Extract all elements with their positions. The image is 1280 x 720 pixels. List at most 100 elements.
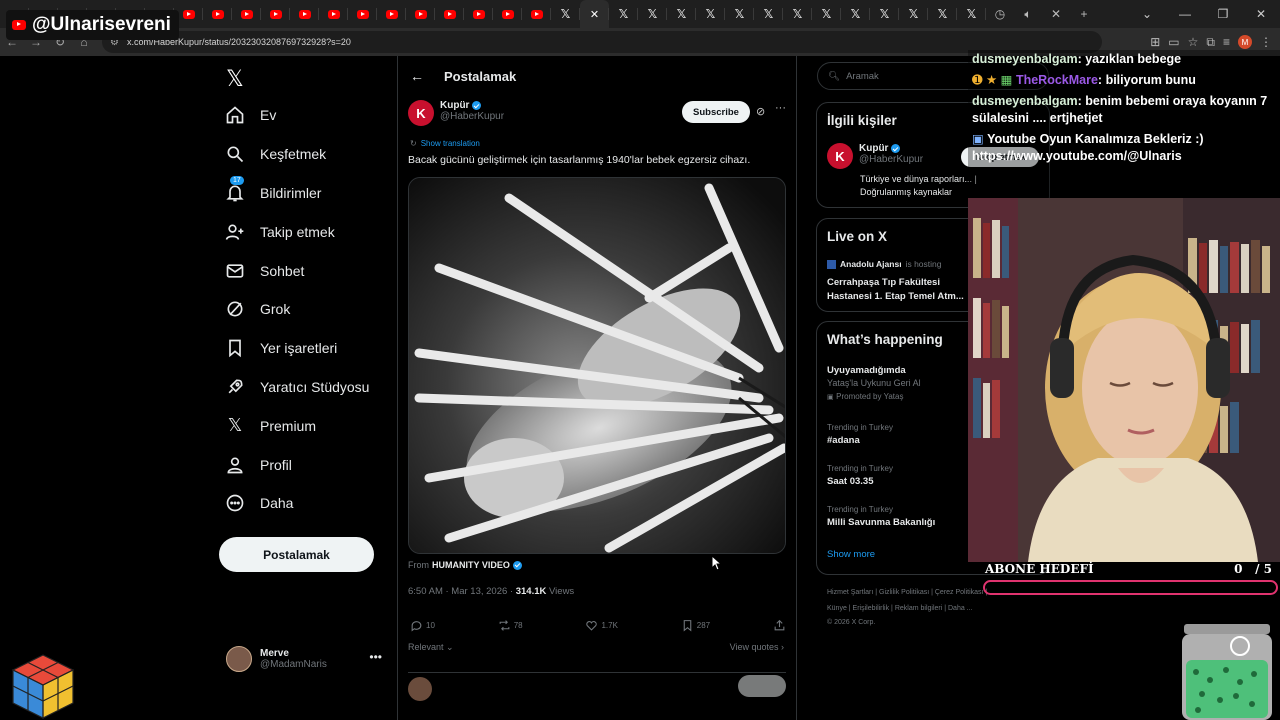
- reply-count: 10: [426, 621, 435, 630]
- close-icon[interactable]: ✕: [590, 8, 599, 21]
- author-handle[interactable]: @HaberKupur: [440, 111, 504, 122]
- live-event-title[interactable]: Cerrahpaşa Tıp Fakültesi Hastanesi 1. Et…: [827, 276, 977, 304]
- browser-tab[interactable]: [203, 0, 232, 28]
- show-more-link[interactable]: Show more: [827, 549, 875, 560]
- grok-icon[interactable]: ⊘: [756, 105, 765, 118]
- browser-tab[interactable]: 𝕏: [725, 0, 754, 28]
- sidebar-item-follow[interactable]: Takip etmek: [224, 212, 369, 251]
- browser-tab[interactable]: 𝕏: [754, 0, 783, 28]
- speaker-icon[interactable]: 🔈︎: [1014, 0, 1042, 28]
- history-icon[interactable]: ◷: [986, 0, 1014, 28]
- tweet-author[interactable]: K Kupür @HaberKupur: [408, 100, 504, 126]
- trend-item[interactable]: Trending in Turkey Saat 03.35: [827, 462, 893, 488]
- new-tab-icon[interactable]: +: [1070, 0, 1098, 28]
- browser-tab-active[interactable]: ✕: [580, 0, 609, 28]
- sidebar-item-explore[interactable]: Keşfetmek: [224, 135, 369, 174]
- view-quotes-link[interactable]: View quotes ›: [730, 642, 784, 652]
- browser-tab[interactable]: 𝕏: [870, 0, 899, 28]
- browser-tab[interactable]: [522, 0, 551, 28]
- repost-count: 78: [513, 621, 523, 630]
- reply-button[interactable]: [738, 675, 786, 697]
- url-field[interactable]: ⚙ x.com/HaberKupur/status/20323032087697…: [102, 31, 1102, 53]
- avatar[interactable]: K: [408, 100, 434, 126]
- avatar[interactable]: K: [827, 143, 853, 169]
- repost-button[interactable]: 78: [498, 619, 523, 632]
- footer-line[interactable]: Künye | Erişilebilirlik | Reklam bilgile…: [827, 601, 1047, 617]
- source-link[interactable]: HUMANITY VIDEO: [432, 560, 510, 570]
- star-icon[interactable]: ☆: [1188, 35, 1199, 49]
- browser-tab[interactable]: 𝕏: [899, 0, 928, 28]
- subscribe-button[interactable]: Subscribe: [682, 101, 750, 123]
- tweet-timestamp[interactable]: 6:50 AM · Mar 13, 2026 ·: [408, 586, 513, 597]
- more-icon[interactable]: ···: [775, 102, 786, 114]
- back-arrow-icon[interactable]: ←: [410, 68, 424, 84]
- sort-replies-dropdown[interactable]: Relevant ⌄: [408, 642, 454, 653]
- show-translation-link[interactable]: ↻ Show translation: [410, 139, 480, 148]
- author-name[interactable]: Kupür: [440, 100, 469, 111]
- browser-tab[interactable]: 𝕏: [609, 0, 638, 28]
- browser-tab[interactable]: [464, 0, 493, 28]
- stream-chat-overlay: dusmeyenbalgam: yazıklan bebege ➊ ★ ▦ Th…: [968, 50, 1280, 198]
- share-button[interactable]: [773, 619, 786, 632]
- reading-list-icon[interactable]: ≡: [1223, 35, 1230, 49]
- sidebar-item-notifications[interactable]: 17 Bildirimler: [224, 174, 369, 213]
- related-person[interactable]: K Kupür @HaberKupur: [827, 143, 923, 169]
- browser-tab[interactable]: [493, 0, 522, 28]
- x-logo-icon[interactable]: 𝕏: [226, 66, 244, 92]
- post-button[interactable]: Postalamak: [219, 537, 374, 572]
- browser-tab[interactable]: 𝕏: [667, 0, 696, 28]
- like-button[interactable]: 1.7K: [585, 619, 618, 632]
- live-host[interactable]: Anadolu Ajansı is hosting: [827, 259, 941, 269]
- close-icon[interactable]: ✕: [1042, 0, 1070, 28]
- page-title: Postalamak: [444, 68, 517, 84]
- browser-tab[interactable]: [290, 0, 319, 28]
- sidebar-item-grok[interactable]: Grok: [224, 290, 369, 329]
- bookmark-button[interactable]: 287: [681, 619, 710, 632]
- minimize-icon[interactable]: —: [1166, 0, 1204, 28]
- sidebar-item-profile[interactable]: Profil: [224, 445, 369, 484]
- account-switcher[interactable]: Merve @MadamNaris •••: [226, 644, 386, 674]
- browser-tab[interactable]: 𝕏: [957, 0, 986, 28]
- sidebar-item-premium[interactable]: 𝕏 Premium: [224, 406, 369, 445]
- sidebar-item-creator-studio[interactable]: Yaratıcı Stüdyosu: [224, 368, 369, 407]
- browser-tab[interactable]: [406, 0, 435, 28]
- browser-tab[interactable]: [232, 0, 261, 28]
- sidebar-item-chat[interactable]: Sohbet: [224, 251, 369, 290]
- browser-tab[interactable]: 𝕏: [551, 0, 580, 28]
- cast-icon[interactable]: ▭: [1168, 35, 1179, 49]
- profile-avatar-icon[interactable]: M: [1238, 35, 1252, 49]
- tweet-video[interactable]: [408, 177, 786, 554]
- menu-icon[interactable]: ⋮: [1260, 35, 1272, 49]
- related-handle[interactable]: @HaberKupur: [859, 154, 923, 165]
- x-logo-icon: 𝕏: [734, 7, 745, 21]
- trend-item[interactable]: Trending in Turkey Milli Savunma Bakanlı…: [827, 503, 935, 529]
- browser-tab[interactable]: 𝕏: [812, 0, 841, 28]
- related-name[interactable]: Kupür: [859, 143, 888, 154]
- sidebar-item-home[interactable]: Ev: [224, 96, 369, 135]
- browser-tab[interactable]: 𝕏: [928, 0, 957, 28]
- browser-tab[interactable]: 𝕏: [638, 0, 667, 28]
- extensions-icon[interactable]: ⧉: [1206, 35, 1215, 50]
- trend-item[interactable]: Trending in Turkey #adana: [827, 421, 893, 447]
- like-count: 1.7K: [601, 621, 618, 630]
- more-icon[interactable]: •••: [369, 650, 382, 664]
- reply-button[interactable]: 10: [410, 619, 435, 632]
- browser-tab[interactable]: 𝕏: [783, 0, 812, 28]
- close-icon[interactable]: ✕: [1242, 0, 1280, 28]
- trend-item[interactable]: Uyuyamadığımda Yataş'la Uykunu Geri Al ▣…: [827, 364, 921, 404]
- heart-icon: [586, 621, 598, 631]
- youtube-icon: [182, 9, 195, 19]
- browser-tab[interactable]: [348, 0, 377, 28]
- translate-icon[interactable]: ⊞: [1150, 35, 1160, 49]
- browser-tab[interactable]: [319, 0, 348, 28]
- chevron-down-icon[interactable]: ⌄: [1128, 0, 1166, 28]
- sidebar-item-more[interactable]: Daha: [224, 484, 369, 523]
- sidebar-item-bookmarks[interactable]: Yer işaretleri: [224, 329, 369, 368]
- browser-tab[interactable]: 𝕏: [696, 0, 725, 28]
- browser-tab[interactable]: 𝕏: [841, 0, 870, 28]
- browser-tab[interactable]: [261, 0, 290, 28]
- restore-icon[interactable]: ❐: [1204, 0, 1242, 28]
- browser-tab[interactable]: [435, 0, 464, 28]
- promoted-label: Promoted by Yataş: [836, 392, 904, 401]
- browser-tab[interactable]: [377, 0, 406, 28]
